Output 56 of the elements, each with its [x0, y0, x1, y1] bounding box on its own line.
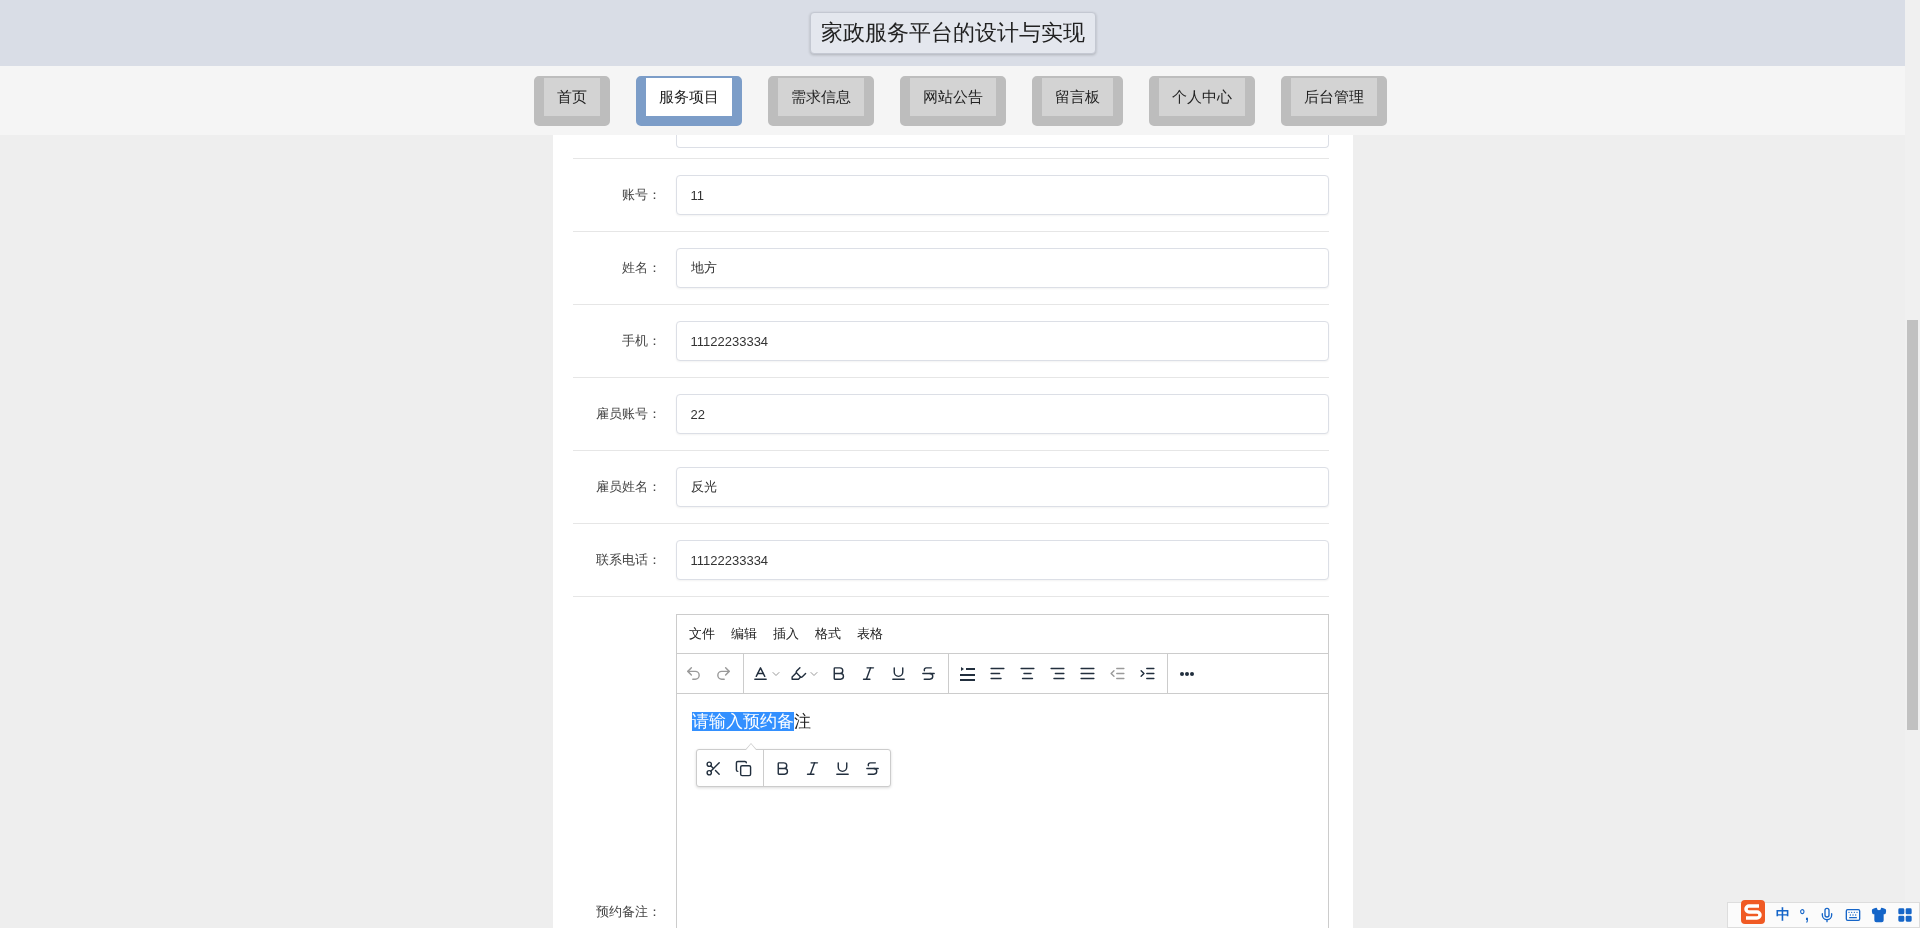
nav-tab[interactable]: 首页 [534, 76, 610, 126]
microphone-icon[interactable] [1819, 907, 1835, 923]
align-center-icon [1019, 665, 1036, 682]
line-height-icon [959, 665, 976, 682]
align-justify-icon [1079, 665, 1096, 682]
copy-icon [735, 759, 752, 777]
menu-item[interactable]: 文件 [682, 621, 721, 647]
menu-item[interactable]: 格式 [808, 621, 847, 647]
nav-tab[interactable]: 留言板 [1032, 76, 1123, 126]
align-left-icon [989, 665, 1006, 682]
field-label: 姓名： [620, 259, 661, 277]
italic-icon [860, 665, 877, 682]
menu-item[interactable]: 插入 [766, 621, 805, 647]
input-field[interactable]: 地方 [675, 248, 1329, 288]
field-label: 雇员账号： [594, 405, 661, 423]
outdent-icon [1109, 665, 1126, 682]
input-field[interactable]: 反光 [675, 467, 1329, 507]
scroll-thumb[interactable] [1907, 320, 1918, 730]
input-field[interactable] [675, 135, 1329, 148]
scrollbar[interactable] [1905, 0, 1920, 902]
nav-tab[interactable]: 需求信息 [768, 76, 874, 126]
ime-mode[interactable]: 中 [1775, 906, 1790, 924]
nav-tab[interactable]: 服务项目 [636, 76, 742, 126]
editor-text: 请输入预约备注 [691, 711, 811, 733]
shirt-icon[interactable] [1871, 907, 1887, 923]
input-field[interactable]: 22 [675, 394, 1329, 434]
indent-icon [1139, 665, 1156, 682]
keyboard-icon[interactable] [1845, 907, 1861, 923]
input-field[interactable]: 11 [675, 175, 1329, 215]
site-title: 家政服务平台的设计与实现 [809, 12, 1096, 54]
grid-icon[interactable] [1897, 907, 1913, 923]
ime-punctuation[interactable]: °, [1799, 907, 1809, 923]
text-color-icon [751, 665, 769, 682]
menu-item[interactable]: 编辑 [724, 621, 763, 647]
input-field[interactable]: 11122233334 [675, 321, 1329, 361]
underline-icon [834, 759, 851, 777]
strikethrough-icon [864, 759, 881, 777]
redo-icon [715, 665, 732, 682]
field-label: 雇员姓名： [594, 478, 661, 496]
field-label: 手机： [620, 332, 661, 350]
more-icon [1179, 671, 1194, 676]
undo-icon [685, 665, 702, 682]
highlighter-icon [789, 665, 807, 682]
italic-icon [804, 759, 821, 777]
align-right-icon [1049, 665, 1066, 682]
strikethrough-icon [920, 665, 937, 682]
scissors-icon [705, 759, 722, 777]
field-label: 账号： [620, 186, 661, 204]
underline-icon [890, 665, 907, 682]
nav-tab[interactable]: 网站公告 [900, 76, 1006, 126]
nav-tab[interactable]: 个人中心 [1149, 76, 1255, 126]
field-label: 预约备注： [594, 903, 661, 921]
field-label: 联系电话： [594, 551, 661, 569]
input-field[interactable]: 11122233334 [675, 540, 1329, 580]
menu-item[interactable]: 表格 [850, 621, 889, 647]
nav-tab[interactable]: 后台管理 [1281, 76, 1387, 126]
